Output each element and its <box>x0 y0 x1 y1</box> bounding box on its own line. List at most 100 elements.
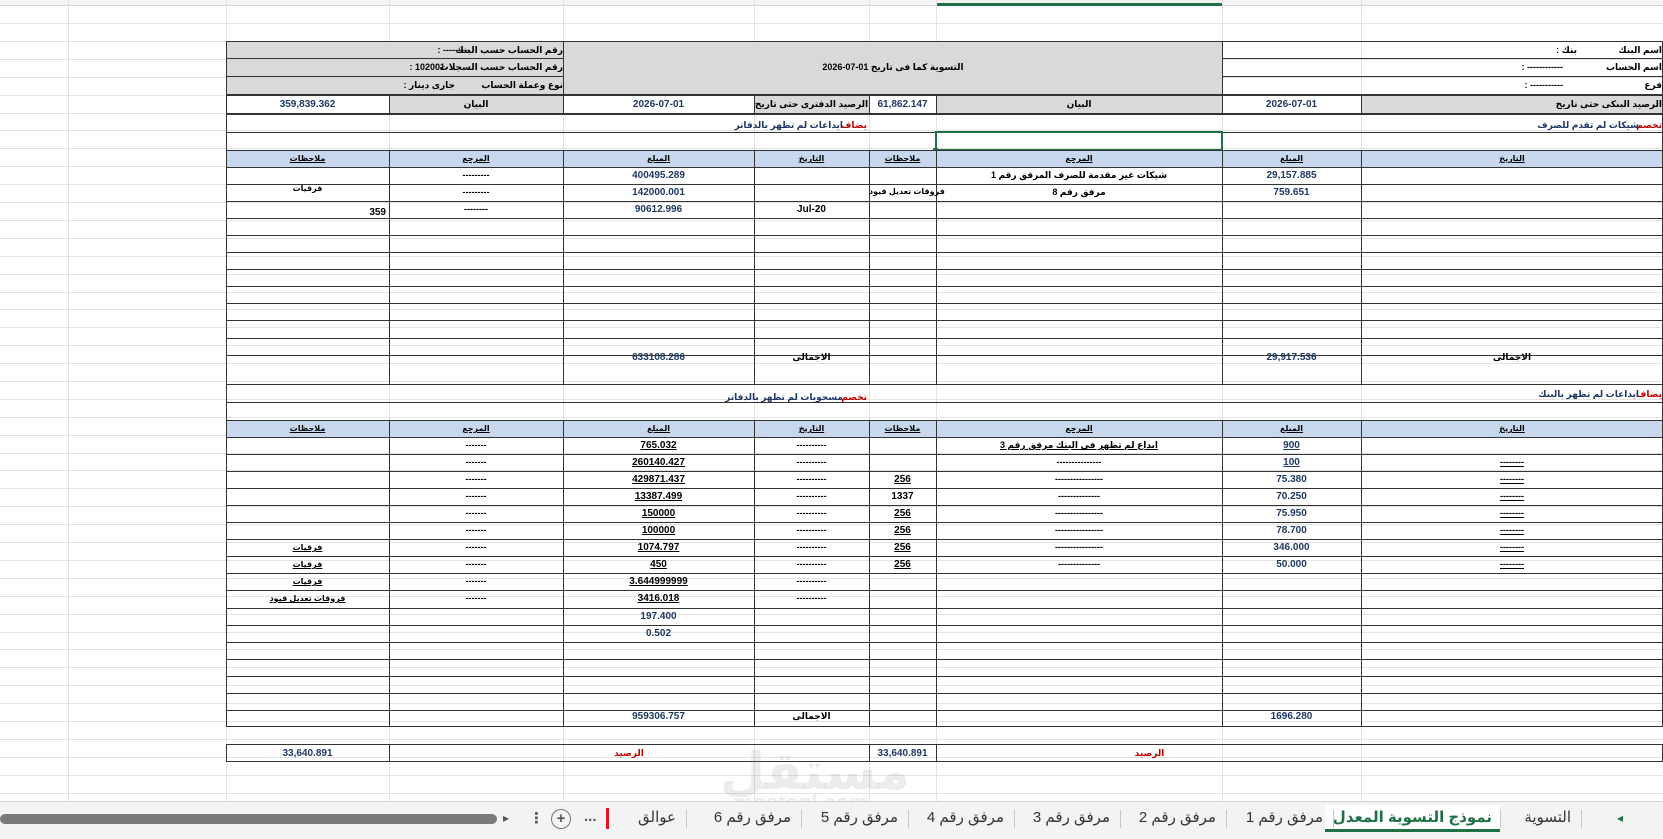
column-header-date: التاريخ <box>1499 154 1525 163</box>
sec1-total-label-right: الاجمالى <box>1492 352 1532 362</box>
sec1-right-notes: فروقات تعديل قيود <box>869 187 945 196</box>
sec2-left-reference: ------- <box>465 440 487 450</box>
column-header-notes: ملاحظات <box>884 424 921 433</box>
sec2-right-reference: ايداع لم تظهر فى البنك مرفق رقم 3 <box>999 440 1159 450</box>
sec2-right-date: -------- <box>1500 474 1524 484</box>
sheet-tab[interactable]: مرفق رقم 4 <box>927 805 1004 831</box>
sec2-left-date: ---------- <box>796 559 827 569</box>
sec2-right-date: -------- <box>1500 559 1524 569</box>
bank-balance-date: 2026-07-01 <box>1265 99 1318 110</box>
column-header-date: التاريخ <box>1499 424 1525 433</box>
sec2-right-amount: 900 <box>1283 440 1300 451</box>
column-header-notes: ملاحظات <box>289 154 326 163</box>
final-value-left: 33,640.891 <box>282 748 333 759</box>
sheet-tab[interactable]: مرفق رقم 3 <box>1033 805 1110 831</box>
sec2-left-date: ---------- <box>796 508 827 518</box>
sec2-left-amount: 100000 <box>641 525 676 536</box>
sec1-right-reference: شيكات غير مقدمة للصرف المرفق رقم 1 <box>990 170 1168 180</box>
sec2-left-amount: 13387.499 <box>634 491 683 502</box>
sheet-tab[interactable]: نموذج التسوية المعدل <box>1324 805 1500 832</box>
sec2-right-date: -------- <box>1500 525 1524 535</box>
sec2-right-notes: 256 <box>894 525 911 536</box>
sec1-left-amount: 90612.996 <box>634 204 683 215</box>
sheet-tab[interactable]: عوالق <box>638 805 676 831</box>
sec2-left-reference: ------- <box>465 491 487 501</box>
spreadsheet-grid[interactable]: اسم البنك : بنك اسم الحساب : -----------… <box>0 0 1663 808</box>
sec2-left-amount: 765.032 <box>640 440 677 451</box>
sheet-tab[interactable]: مرفق رقم 1 <box>1246 805 1323 831</box>
branch-value: : ----------- <box>1524 80 1563 90</box>
sec1-right-amount: 759.651 <box>1273 187 1310 198</box>
scroll-right-icon[interactable]: ▸ <box>503 811 509 825</box>
sec1-left-date: Jul-20 <box>797 204 826 215</box>
column-header-strip <box>0 0 1663 6</box>
active-cell[interactable] <box>933 131 1223 153</box>
sec1-left-reference: --------- <box>462 170 490 180</box>
sec2-right-reference: -------------- <box>1058 559 1100 569</box>
sec1-left-reference: --------- <box>462 187 490 197</box>
column-header-notes: ملاحظات <box>289 424 326 433</box>
sec2-right-reference: ---------------- <box>1055 508 1103 518</box>
options-icon[interactable]: ⋮ <box>529 809 544 827</box>
sec2-left-amount: 0.502 <box>645 628 672 639</box>
acct-by-records-value: : 102001 <box>409 62 445 72</box>
sheet-tab[interactable]: مرفق رقم 2 <box>1139 805 1216 831</box>
column-header-notes: ملاحظات <box>884 154 921 163</box>
sec2-left-date: ---------- <box>796 474 827 484</box>
sec2-left-amount: 450 <box>650 559 667 570</box>
sec2-left-reference: ------- <box>465 576 487 586</box>
sec2-right-amount: 50.000 <box>1276 559 1307 570</box>
scroll-left-icon[interactable]: ◂ <box>1617 811 1623 825</box>
sec2-left-amount: 1074.797 <box>637 542 680 553</box>
branch-label: فرع <box>1644 80 1662 90</box>
column-header-reference: المرجع <box>1065 154 1093 163</box>
horizontal-scrollbar[interactable] <box>0 814 497 824</box>
bank-info-box <box>1222 41 1663 95</box>
sec1-total-left: 633108.286 <box>632 352 685 363</box>
sec2-left-amount: 150000 <box>641 508 676 519</box>
sheet-tab[interactable]: مرفق رقم 6 <box>714 805 791 831</box>
book-balance-date: 2026-07-01 <box>632 99 685 110</box>
acct-type-label: نوع وعملة الحساب <box>481 80 563 90</box>
sec2-right-notes: 256 <box>894 474 911 485</box>
column-header-amount: المبلغ <box>1279 154 1304 163</box>
sec2-right-amount: 70.250 <box>1276 491 1307 502</box>
sec2-right-date: -------- <box>1500 542 1524 552</box>
sec2-left-notes: فرقيات <box>292 577 323 586</box>
sec2-total-left: 959306.757 <box>632 711 685 722</box>
add-sheet-button[interactable]: + <box>551 809 571 829</box>
final-label-right: الرصيد <box>1134 748 1165 758</box>
book-balance-value: 359,839.362 <box>279 99 336 110</box>
sheet-tab[interactable]: مرفق رقم 5 <box>821 805 898 831</box>
sec2-left-reference: ------- <box>465 508 487 518</box>
column-header-date: التاريخ <box>798 424 825 433</box>
bank-name-value: : بنك <box>1556 45 1577 55</box>
sec2-left-notes: فرقيات <box>292 560 323 569</box>
acct-by-bank-label: رقم الحساب حسب البنك <box>455 45 563 55</box>
sec1-total-label-left: الاجمالى <box>792 352 831 362</box>
sec2-left-date: ---------- <box>796 457 827 467</box>
account-name-value: : ------------ <box>1521 62 1563 72</box>
more-tabs-button[interactable]: ... <box>584 808 597 825</box>
sec2-total-right: 1696.280 <box>1270 711 1313 722</box>
sec2-right-reference: ---------------- <box>1055 474 1103 484</box>
sec2-left-notes: فرقيات <box>292 543 323 552</box>
sec2-left-date: ---------- <box>796 542 827 552</box>
sheet-tab[interactable]: التسوية <box>1524 805 1571 831</box>
sec1-left-amount: 142000.001 <box>632 187 685 198</box>
column-header-amount: المبلغ <box>1279 424 1304 433</box>
bank-name-label: اسم البنك <box>1618 45 1662 55</box>
sec2-right-reference: --------------- <box>1056 457 1102 467</box>
column-header-date: التاريخ <box>798 154 825 163</box>
statement-label-left: البيان <box>463 99 489 109</box>
sec2-right-amount: 75.380 <box>1276 474 1307 485</box>
sec2-right-amount: 346.000 <box>1273 542 1310 553</box>
sec2-left-notes: فروقات تعديل قيود <box>269 594 346 603</box>
acct-by-records-label: رقم الحساب حسب السجلات <box>439 62 563 72</box>
column-header-amount: المبلغ <box>646 154 671 163</box>
sec1-left-amount: 400495.289 <box>632 170 685 181</box>
column-header-reference: المرجع <box>462 424 490 433</box>
sec2-left-reference: ------- <box>465 542 487 552</box>
sec2-left-date: ---------- <box>796 440 827 450</box>
sec2-left-reference: ------- <box>465 525 487 535</box>
